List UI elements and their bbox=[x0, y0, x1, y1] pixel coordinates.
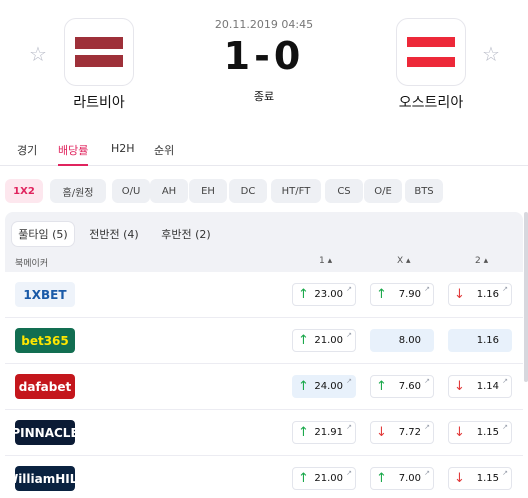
col-draw-sort[interactable]: X ▴ bbox=[397, 256, 411, 266]
external-link-icon: ↗ bbox=[346, 377, 352, 385]
odd-value: 1.15 bbox=[476, 473, 499, 484]
period-fulltime[interactable]: 풀타임 (5) bbox=[12, 222, 74, 246]
odd-value: 23.00 bbox=[314, 289, 343, 300]
odd-draw[interactable]: ↑ 7.60 ↗ bbox=[370, 375, 434, 398]
arrow-down-icon: ↓ bbox=[376, 425, 387, 440]
market-eh[interactable]: EH bbox=[189, 179, 227, 203]
odd-away[interactable]: 1.16 bbox=[448, 329, 512, 352]
market-dc[interactable]: DC bbox=[229, 179, 267, 203]
arrow-up-icon: ↑ bbox=[298, 471, 309, 486]
col-bookmaker: 북메이커 bbox=[15, 259, 49, 269]
bookmaker-row: 1XBET ↑ 23.00 ↗ ↑ 7.90 ↗ ↓ 1.16 ↗ bbox=[5, 272, 523, 318]
market-1x2[interactable]: 1X2 bbox=[5, 179, 43, 203]
market-oe[interactable]: O/E bbox=[364, 179, 402, 203]
odd-draw[interactable]: ↓ 7.72 ↗ bbox=[370, 421, 434, 444]
scrollbar[interactable] bbox=[524, 212, 528, 382]
external-link-icon: ↗ bbox=[346, 285, 352, 293]
market-htft[interactable]: HT/FT bbox=[271, 179, 321, 203]
market-home-away[interactable]: 홈/원정 bbox=[50, 179, 106, 203]
odd-value: 8.00 bbox=[398, 335, 421, 346]
odd-away[interactable]: ↓ 1.15 ↗ bbox=[448, 467, 512, 490]
odd-home[interactable]: ↑ 21.91 ↗ bbox=[292, 421, 356, 444]
odd-value: 1.15 bbox=[476, 427, 499, 438]
odd-value: 7.60 bbox=[398, 381, 421, 392]
market-ah[interactable]: AH bbox=[150, 179, 188, 203]
odd-draw[interactable]: ↑ 7.00 ↗ bbox=[370, 467, 434, 490]
external-link-icon: ↗ bbox=[502, 469, 508, 477]
odd-draw[interactable]: ↑ 7.90 ↗ bbox=[370, 283, 434, 306]
arrow-down-icon: ↓ bbox=[454, 425, 465, 440]
odd-value: 21.91 bbox=[314, 427, 343, 438]
arrow-down-icon: ↓ bbox=[454, 287, 465, 302]
bookmaker-logo[interactable]: 1XBET bbox=[15, 282, 75, 307]
external-link-icon: ↗ bbox=[502, 423, 508, 431]
odd-value: 7.72 bbox=[398, 427, 421, 438]
arrow-up-icon: ↑ bbox=[298, 333, 309, 348]
tab-h2h[interactable]: H2H bbox=[111, 142, 135, 166]
odd-away[interactable]: ↓ 1.14 ↗ bbox=[448, 375, 512, 398]
arrow-up-icon: ↑ bbox=[298, 425, 309, 440]
match-header: ☆ 라트비아 20.11.2019 04:45 1-0 종료 오스트리아 ☆ bbox=[0, 0, 528, 120]
arrow-up-icon: ↑ bbox=[376, 379, 387, 394]
external-link-icon: ↗ bbox=[346, 331, 352, 339]
bookmaker-row: dafabet ↑ 24.00 ↗ ↑ 7.60 ↗ ↓ 1.14 ↗ bbox=[5, 364, 523, 410]
market-bts[interactable]: BTS bbox=[405, 179, 443, 203]
odd-away[interactable]: ↓ 1.16 ↗ bbox=[448, 283, 512, 306]
bookmaker-logo[interactable]: bet365 bbox=[15, 328, 75, 353]
bookmaker-logo[interactable]: PINNACLE bbox=[11, 420, 79, 445]
odd-home[interactable]: ↑ 24.00 ↗ bbox=[292, 375, 356, 398]
odd-value: 7.00 bbox=[398, 473, 421, 484]
external-link-icon: ↗ bbox=[502, 377, 508, 385]
tab-standings[interactable]: 순위 bbox=[154, 142, 174, 166]
odd-value: 24.00 bbox=[314, 381, 343, 392]
external-link-icon: ↗ bbox=[502, 285, 508, 293]
odd-home[interactable]: ↑ 21.00 ↗ bbox=[292, 329, 356, 352]
odd-value: 21.00 bbox=[314, 335, 343, 346]
market-cs[interactable]: CS bbox=[325, 179, 363, 203]
period-second-half[interactable]: 후반전 (2) bbox=[155, 222, 217, 246]
away-team-logo[interactable] bbox=[396, 18, 466, 86]
market-ou[interactable]: O/U bbox=[112, 179, 150, 203]
odd-value: 21.00 bbox=[314, 473, 343, 484]
bookmaker-logo[interactable]: WilliamHILL bbox=[5, 466, 85, 491]
arrow-up-icon: ↑ bbox=[376, 287, 387, 302]
odd-value: 1.16 bbox=[476, 335, 499, 346]
bookmaker-row: PINNACLE ↑ 21.91 ↗ ↓ 7.72 ↗ ↓ 1.15 ↗ bbox=[5, 410, 523, 456]
col-home-sort[interactable]: 1 ▴ bbox=[319, 256, 332, 266]
bookmaker-row: WilliamHILL ↑ 21.00 ↗ ↑ 7.00 ↗ ↓ 1.15 ↗ bbox=[5, 456, 523, 498]
tab-odds[interactable]: 배당률 bbox=[58, 142, 89, 166]
bookmaker-logo[interactable]: dafabet bbox=[15, 374, 75, 399]
external-link-icon: ↗ bbox=[424, 469, 430, 477]
odd-home[interactable]: ↑ 23.00 ↗ bbox=[292, 283, 356, 306]
odd-home[interactable]: ↑ 21.00 ↗ bbox=[292, 467, 356, 490]
arrow-down-icon: ↓ bbox=[454, 471, 465, 486]
odd-value: 7.90 bbox=[398, 289, 421, 300]
odd-away[interactable]: ↓ 1.15 ↗ bbox=[448, 421, 512, 444]
external-link-icon: ↗ bbox=[346, 423, 352, 431]
external-link-icon: ↗ bbox=[346, 469, 352, 477]
external-link-icon: ↗ bbox=[424, 285, 430, 293]
col-away-sort[interactable]: 2 ▴ bbox=[475, 256, 488, 266]
away-team-name[interactable]: 오스트리아 bbox=[376, 92, 486, 112]
odd-value: 1.14 bbox=[476, 381, 499, 392]
arrow-down-icon: ↓ bbox=[454, 379, 465, 394]
arrow-up-icon: ↑ bbox=[376, 471, 387, 486]
arrow-up-icon: ↑ bbox=[298, 379, 309, 394]
period-first-half[interactable]: 전반전 (4) bbox=[83, 222, 145, 246]
arrow-up-icon: ↑ bbox=[298, 287, 309, 302]
odd-draw[interactable]: 8.00 bbox=[370, 329, 434, 352]
external-link-icon: ↗ bbox=[424, 377, 430, 385]
favorite-away-star-icon[interactable]: ☆ bbox=[481, 42, 501, 66]
main-tabs: 경기 배당률 H2H 순위 bbox=[0, 140, 528, 166]
austria-flag-icon bbox=[407, 37, 455, 67]
bookmaker-row: bet365 ↑ 21.00 ↗ 8.00 1.16 bbox=[5, 318, 523, 364]
external-link-icon: ↗ bbox=[424, 423, 430, 431]
tab-match[interactable]: 경기 bbox=[17, 142, 37, 166]
odd-value: 1.16 bbox=[476, 289, 499, 300]
